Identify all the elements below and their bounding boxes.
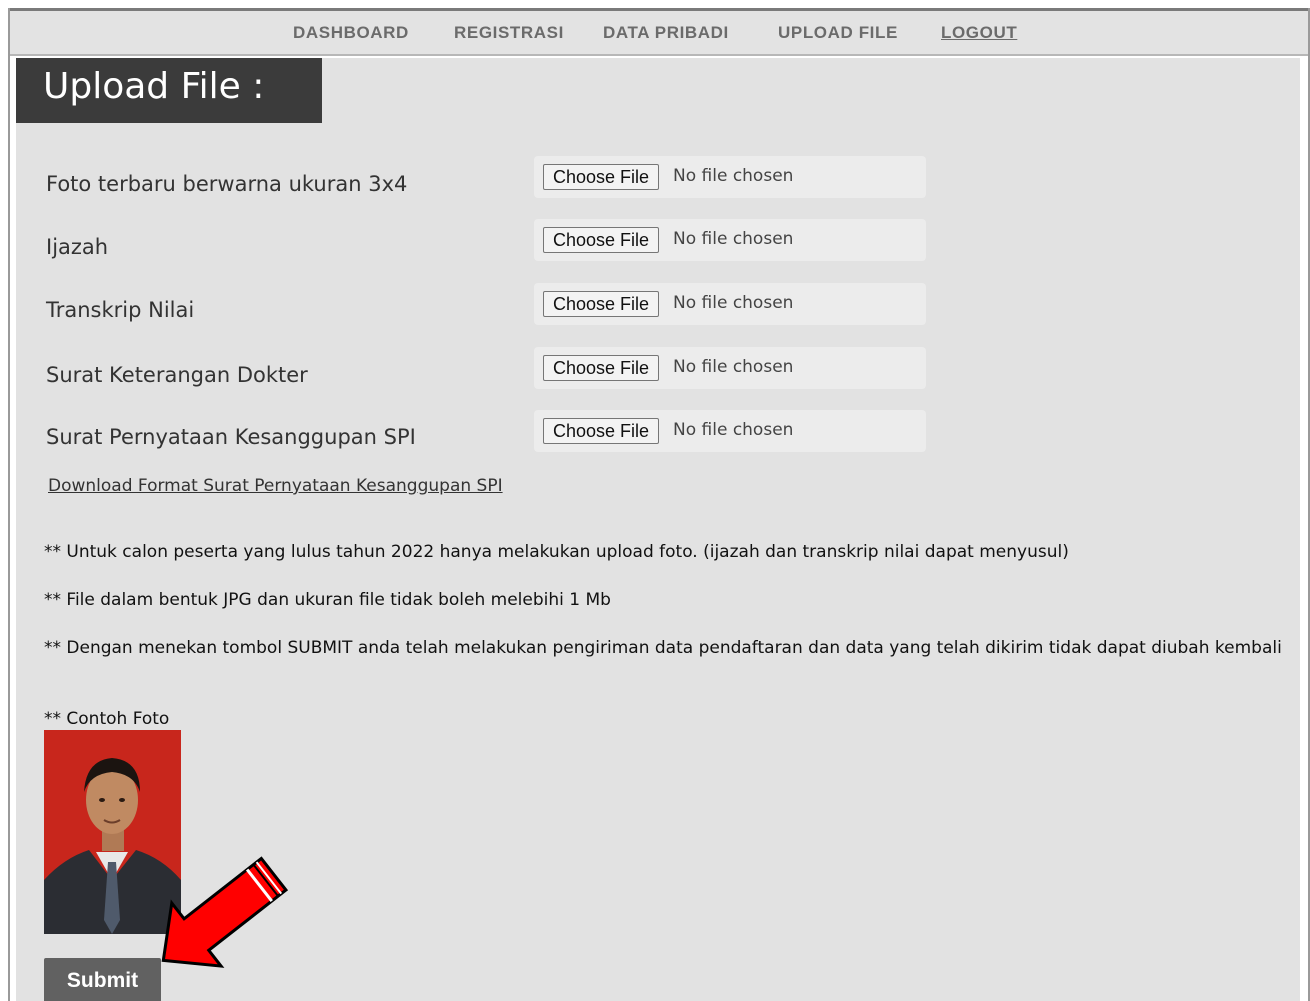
file-status-foto: No file chosen <box>673 166 794 186</box>
top-navigation-bar: DASHBOARD REGISTRASI DATA PRIBADI UPLOAD… <box>10 8 1308 56</box>
choose-file-button-foto[interactable]: Choose File <box>543 164 660 190</box>
file-input-foto[interactable]: Choose File No file chosen <box>534 156 926 198</box>
nav-item-dashboard[interactable]: DASHBOARD <box>293 23 409 43</box>
file-status-transkrip: No file chosen <box>673 293 794 313</box>
field-label-surat-dokter: Surat Keterangan Dokter <box>46 363 308 387</box>
page-border-left <box>8 8 10 1001</box>
nav-item-data-pribadi[interactable]: DATA PRIBADI <box>603 23 729 43</box>
field-label-ijazah: Ijazah <box>46 235 109 259</box>
nav-item-upload-file[interactable]: UPLOAD FILE <box>778 23 898 43</box>
field-label-transkrip: Transkrip Nilai <box>46 298 195 322</box>
file-status-surat-dokter: No file chosen <box>673 357 794 377</box>
red-arrow-icon <box>161 856 289 968</box>
choose-file-button-ijazah[interactable]: Choose File <box>543 227 660 253</box>
nav-item-registrasi[interactable]: REGISTRASI <box>454 23 564 43</box>
note-text: ** Dengan menekan tombol SUBMIT anda tel… <box>44 638 1282 658</box>
file-input-transkrip[interactable]: Choose File No file chosen <box>534 283 926 325</box>
note-text: ** Untuk calon peserta yang lulus tahun … <box>44 542 1069 562</box>
example-photo-label: ** Contoh Foto <box>44 709 170 729</box>
page-title: Upload File : <box>43 66 265 107</box>
download-format-link[interactable]: Download Format Surat Pernyataan Kesangg… <box>48 476 503 496</box>
note-text: ** File dalam bentuk JPG dan ukuran file… <box>44 590 611 610</box>
file-status-ijazah: No file chosen <box>673 229 794 249</box>
nav-item-logout[interactable]: LOGOUT <box>941 23 1017 43</box>
nav-menu: DASHBOARD REGISTRASI DATA PRIBADI UPLOAD… <box>10 23 1308 47</box>
file-input-surat-dokter[interactable]: Choose File No file chosen <box>534 347 926 389</box>
choose-file-button-transkrip[interactable]: Choose File <box>543 291 660 317</box>
choose-file-button-surat-dokter[interactable]: Choose File <box>543 355 660 381</box>
file-status-surat-spi: No file chosen <box>673 420 794 440</box>
choose-file-button-surat-spi[interactable]: Choose File <box>543 418 660 444</box>
field-label-surat-spi: Surat Pernyataan Kesanggupan SPI <box>46 425 416 449</box>
page-title-box: Upload File : <box>16 58 322 123</box>
file-input-ijazah[interactable]: Choose File No file chosen <box>534 219 926 261</box>
field-label-foto: Foto terbaru berwarna ukuran 3x4 <box>46 172 408 196</box>
file-input-surat-spi[interactable]: Choose File No file chosen <box>534 410 926 452</box>
